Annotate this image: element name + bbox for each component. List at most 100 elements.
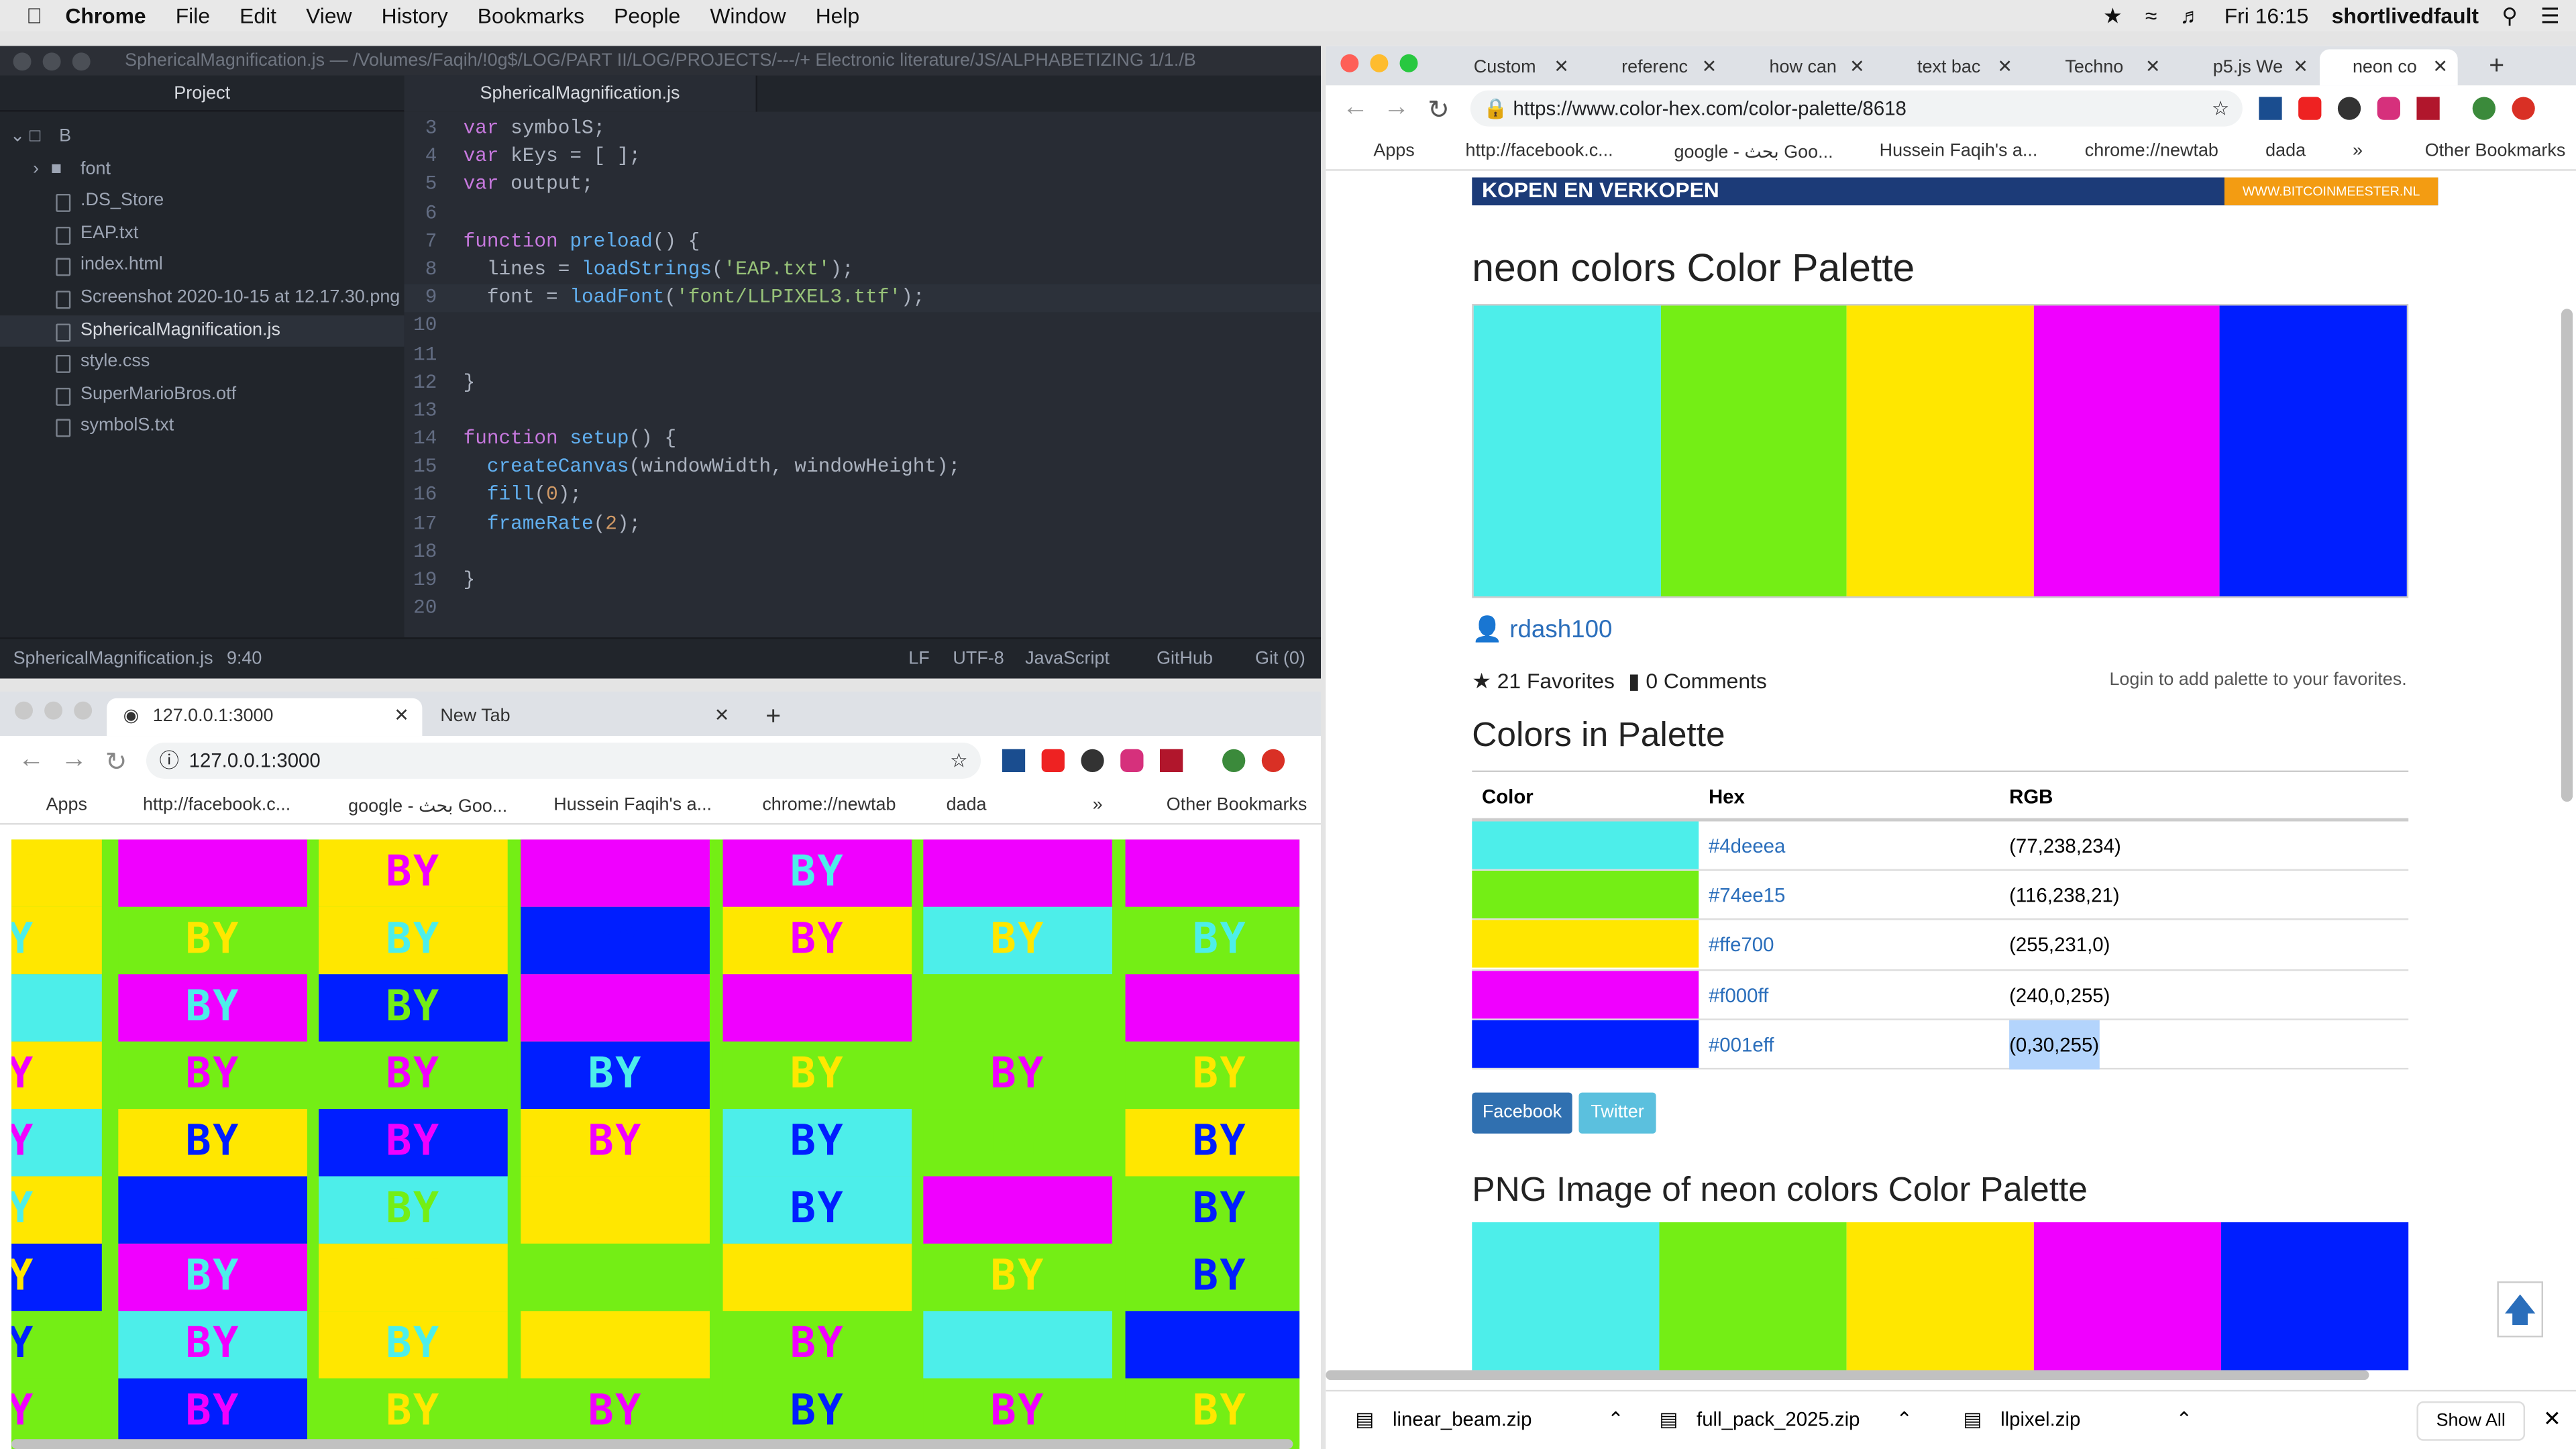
code-line[interactable]: 14 function setup() {: [404, 425, 1321, 453]
extension-icon[interactable]: [2337, 97, 2361, 120]
chevron-more-icon[interactable]: »: [2353, 142, 2363, 161]
author-link[interactable]: 👤 rdash100: [1472, 614, 1612, 644]
star-icon[interactable]: ☆: [2212, 91, 2229, 127]
menu-window[interactable]: Window: [710, 3, 786, 28]
instagram-icon[interactable]: [1120, 749, 1144, 773]
download-item[interactable]: ▤ llpixel.zip ⌃: [1964, 1408, 2192, 1431]
bookmark-hussein[interactable]: Hussein Faqih's a...: [553, 795, 712, 814]
bookmark-facebook[interactable]: http://facebook.c...: [1465, 142, 1613, 161]
project-header[interactable]: Project: [0, 76, 405, 112]
code-line-current[interactable]: 9 font = loadFont('font/LLPIXEL3.ttf');: [404, 284, 1321, 313]
bookmark-other[interactable]: Other Bookmarks: [1167, 795, 1307, 814]
ad-banner[interactable]: KOPEN EN VERKOPEN WWW.BITCOINMEESTER.NL: [1472, 177, 2438, 206]
bookmark-facebook[interactable]: http://facebook.c...: [143, 795, 290, 814]
editor-tab[interactable]: SphericalMagnification.js: [404, 75, 757, 112]
status-lf[interactable]: LF: [908, 639, 929, 679]
code-line[interactable]: 20: [404, 595, 1321, 623]
extension-icon[interactable]: [2259, 97, 2282, 120]
reload-icon[interactable]: ↻: [1428, 94, 1450, 127]
bookmark-hussein[interactable]: Hussein Faqih's a...: [1880, 142, 2038, 161]
close-icon[interactable]: ✕: [1554, 49, 1569, 85]
window-controls[interactable]: [1340, 54, 1418, 72]
youtube-icon[interactable]: [1041, 749, 1065, 773]
hex-link[interactable]: #f000ff: [1709, 970, 1768, 1019]
tab-custom[interactable]: Custom ✕: [1441, 49, 1579, 85]
code-editor[interactable]: SphericalMagnification.js 3 var symbolS; …: [404, 75, 1321, 638]
hex-link[interactable]: #ffe700: [1709, 920, 1774, 969]
scrollbar[interactable]: [2561, 309, 2573, 802]
status-github[interactable]: GitHub: [1157, 639, 1213, 679]
tree-root[interactable]: ⌄ □ B: [0, 121, 404, 154]
status-cursor[interactable]: 9:40: [227, 639, 262, 679]
close-icon[interactable]: ✕: [2432, 49, 2448, 85]
user-name[interactable]: shortlivedfault: [2332, 3, 2479, 28]
code-line[interactable]: 10: [404, 313, 1321, 341]
bluetooth-icon[interactable]: ★: [2103, 3, 2123, 29]
youtube-icon[interactable]: [2298, 97, 2322, 120]
close-icon[interactable]: ✕: [2543, 1406, 2561, 1432]
extension-icon[interactable]: [1081, 749, 1104, 773]
status-file[interactable]: SphericalMagnification.js: [13, 639, 213, 679]
back-icon[interactable]: ←: [1342, 94, 1368, 123]
bookmark-other[interactable]: Other Bookmarks: [2425, 142, 2566, 161]
menu-help[interactable]: Help: [816, 3, 860, 28]
twitter-share-button[interactable]: Twitter: [1578, 1092, 1656, 1134]
volume-icon[interactable]: ♬: [2180, 3, 2202, 28]
p5-canvas[interactable]: BY BY BY BY BY BY BY BY BY BY BY BY BY BY BY BY BY BY BY BY…: [11, 839, 1300, 1449]
download-item[interactable]: ▤ full_pack_2025.zip ⌃: [1659, 1408, 1913, 1431]
code-line[interactable]: 3 var symbolS;: [404, 115, 1321, 143]
code-line[interactable]: 7 function preload() {: [404, 228, 1321, 256]
close-icon[interactable]: ✕: [394, 698, 409, 736]
tab-reference[interactable]: referenc ✕: [1589, 49, 1727, 85]
chevron-up-icon[interactable]: ⌃: [2176, 1408, 2192, 1431]
code-line[interactable]: 11: [404, 341, 1321, 369]
tree-item[interactable]: index.html: [0, 250, 404, 282]
tree-item[interactable]: .DS_Store: [0, 186, 404, 218]
code-line[interactable]: 15 createCanvas(windowWidth, windowHeigh…: [404, 454, 1321, 482]
status-git[interactable]: Git (0): [1255, 639, 1305, 679]
tree-item-font[interactable]: › ■ font: [0, 154, 404, 186]
extension-icon[interactable]: [1002, 749, 1026, 773]
palette-png[interactable]: [1472, 1222, 2409, 1371]
code-line[interactable]: 17 frameRate(2);: [404, 511, 1321, 539]
extension-icon[interactable]: [2416, 97, 2440, 120]
instagram-icon[interactable]: [2377, 97, 2400, 120]
address-bar[interactable]: ⓘ 127.0.0.1:3000 ☆: [146, 742, 981, 779]
code-line[interactable]: 8 lines = loadStrings('EAP.txt');: [404, 256, 1321, 284]
bookmark-newtab[interactable]: chrome://newtab: [762, 795, 896, 814]
code-line[interactable]: 6: [404, 200, 1321, 228]
menu-history[interactable]: History: [382, 3, 448, 28]
new-tab-button[interactable]: +: [753, 698, 781, 736]
chevron-up-icon[interactable]: ⌃: [1607, 1408, 1624, 1431]
close-icon[interactable]: ✕: [2293, 49, 2308, 85]
search-icon[interactable]: ⚲: [2502, 3, 2517, 29]
bookmark-newtab[interactable]: chrome://newtab: [2085, 142, 2218, 161]
code-line[interactable]: 13: [404, 397, 1321, 425]
tab-new-tab[interactable]: New Tab ✕: [427, 698, 743, 736]
tree-item[interactable]: EAP.txt: [0, 218, 404, 250]
close-icon[interactable]: ✕: [1702, 49, 1717, 85]
tab-techno[interactable]: Techno ✕: [2032, 49, 2170, 85]
status-grammar[interactable]: JavaScript: [1025, 639, 1110, 679]
back-icon[interactable]: ←: [18, 746, 44, 775]
tab-text-back[interactable]: text bac ✕: [1884, 49, 2023, 85]
code-line[interactable]: 16 fill(0);: [404, 482, 1321, 511]
status-encoding[interactable]: UTF-8: [953, 639, 1004, 679]
horizontal-scrollbar[interactable]: [11, 1439, 1293, 1449]
bookmark-google[interactable]: google - بحث Goo...: [348, 795, 507, 816]
horizontal-scrollbar[interactable]: [1326, 1370, 2369, 1381]
profile-icon[interactable]: [2472, 97, 2496, 120]
window-controls[interactable]: [13, 52, 102, 71]
hex-link[interactable]: #4deeea: [1709, 821, 1785, 870]
tab-localhost[interactable]: ◉ 127.0.0.1:3000 ✕: [107, 698, 423, 737]
forward-icon[interactable]: →: [61, 746, 87, 775]
close-icon[interactable]: ✕: [714, 698, 730, 736]
list-icon[interactable]: ☰: [2540, 3, 2560, 29]
star-icon[interactable]: ☆: [950, 743, 967, 779]
bookmark-dada[interactable]: dada: [947, 795, 987, 814]
login-note[interactable]: Login to add palette to your favorites.: [2109, 670, 2406, 690]
menu-people[interactable]: People: [614, 3, 680, 28]
clock[interactable]: Fri 16:15: [2224, 3, 2309, 28]
bookmark-google[interactable]: google - بحث Goo...: [1674, 142, 1833, 162]
tab-p5js[interactable]: p5.js We ✕: [2180, 49, 2318, 85]
